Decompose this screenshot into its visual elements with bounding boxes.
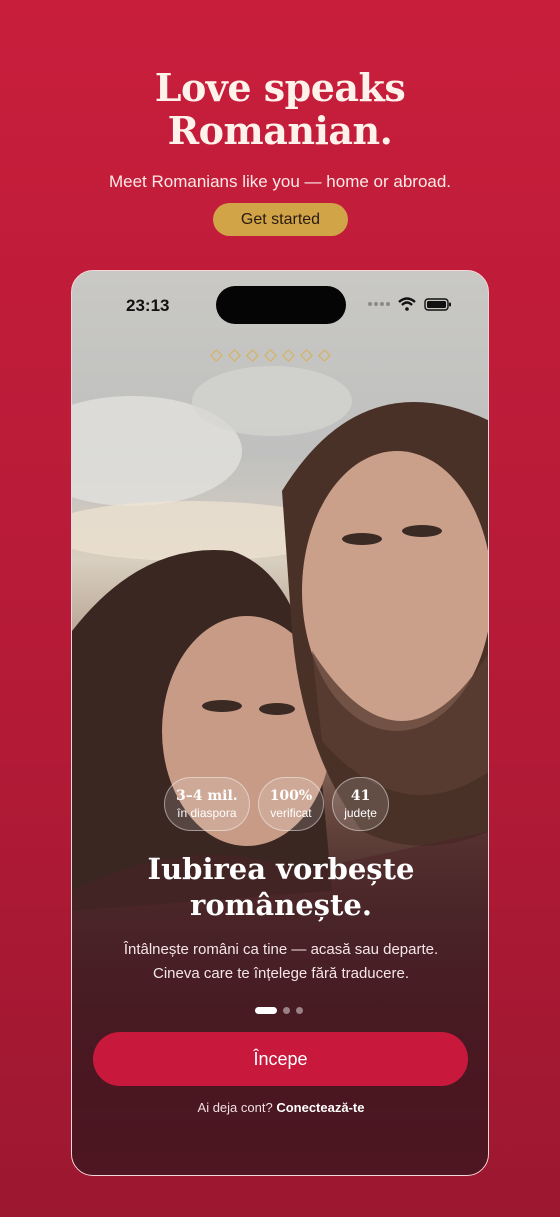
stat-value: 41 [350, 787, 371, 804]
stat-label: în diaspora [177, 805, 237, 820]
hero-subtitle: Meet Romanians like you — home or abroad… [108, 172, 452, 191]
login-prefix: Ai deja cont? [197, 1100, 273, 1115]
login-prompt: Ai deja cont? Conectează-te [72, 1100, 488, 1115]
card-subtitle: Întâlnește români ca tine — acasă sau de… [72, 938, 488, 986]
card-title: Iubirea vorbește românește. [72, 851, 488, 923]
stat-value: 100% [269, 787, 313, 804]
stat-verified: 100% verificat [257, 777, 325, 831]
stat-label: județe [344, 805, 377, 820]
login-link[interactable]: Conectează-te [276, 1100, 364, 1115]
stats-row: 3–4 mil. în diaspora 100% verificat 41 j… [164, 777, 389, 831]
stat-diaspora: 3–4 mil. în diaspora [164, 777, 250, 831]
card-title-line2: românește. [190, 888, 372, 922]
card-title-line1: Iubirea vorbește [147, 852, 415, 886]
wifi-icon [398, 297, 416, 311]
card-subtitle-line1: Întâlnește români ca tine — acasă sau de… [123, 941, 439, 958]
ornament-diamonds [210, 349, 331, 362]
stat-counties: 41 județe [332, 777, 389, 831]
page-dot[interactable] [296, 1007, 303, 1014]
battery-icon [424, 297, 451, 311]
start-button[interactable]: Începe [93, 1032, 468, 1086]
status-time: 23:13 [126, 296, 170, 315]
card-subtitle-line2: Cineva care te înțelege fără traducere. [153, 965, 409, 982]
hero-title-line1: Love speaks [154, 65, 406, 110]
page-indicator [255, 1007, 303, 1014]
phone-mockup: 23:13 3–4 mil. în diaspora 100% verifica… [71, 270, 489, 1176]
dynamic-island [216, 286, 346, 324]
page-dot-active[interactable] [255, 1007, 277, 1014]
signal-icon [368, 302, 390, 306]
get-started-button[interactable]: Get started [213, 203, 348, 236]
page-dot[interactable] [283, 1007, 290, 1014]
stat-label: verificat [270, 805, 312, 820]
hero-title-line2: Romanian. [167, 108, 393, 153]
status-icons [368, 297, 452, 311]
hero-title: Love speaks Romanian. [0, 66, 560, 152]
stat-value: 3–4 mil. [176, 787, 238, 804]
